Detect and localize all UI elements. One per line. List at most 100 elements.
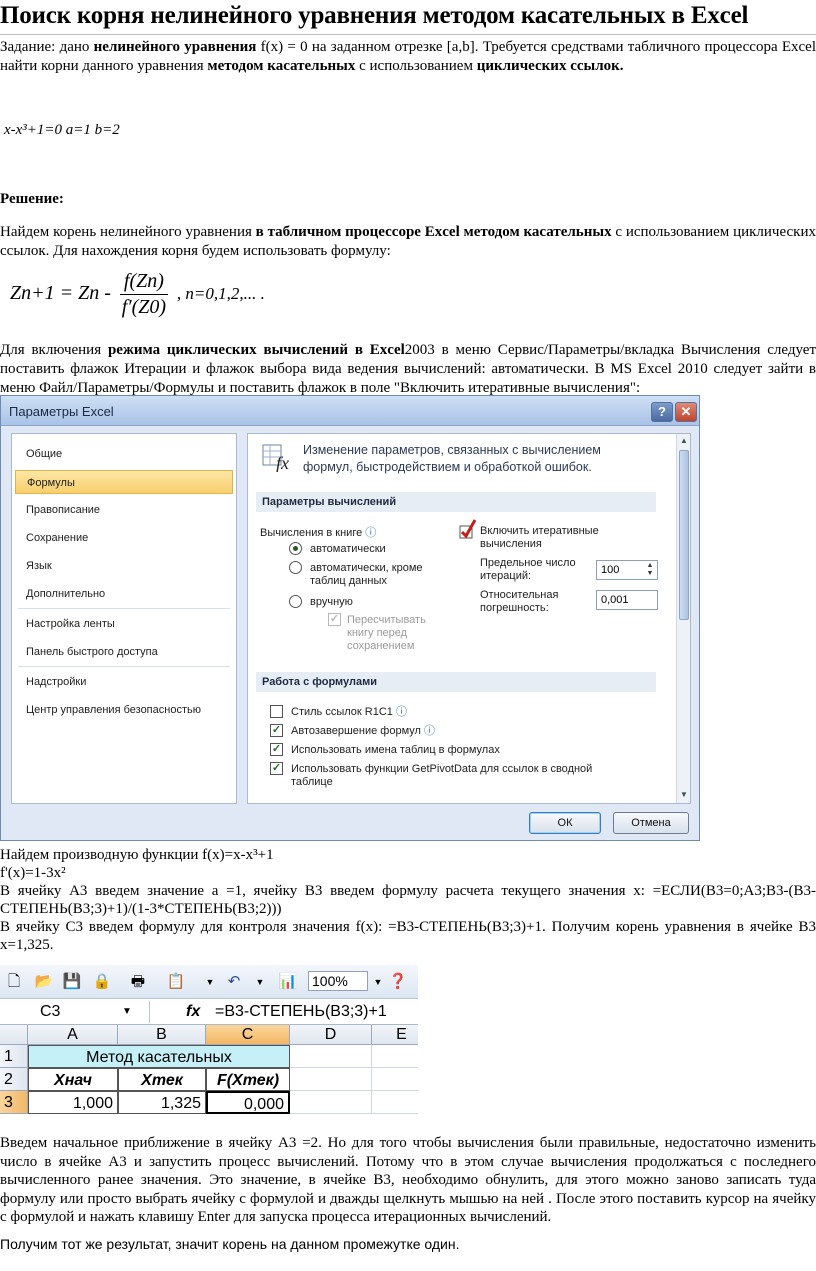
nav-item-general[interactable]: Общие [15,442,233,466]
open-folder-icon[interactable]: 📂 [34,973,54,991]
cell-d1[interactable] [290,1045,372,1068]
cell-b3[interactable]: 1,325 [118,1091,206,1114]
cell-d2[interactable] [290,1068,372,1091]
nav-item-language[interactable]: Язык [15,554,233,578]
nav-item-proofing[interactable]: Правописание [15,498,233,522]
radio-manual[interactable] [289,595,302,608]
cell-e1[interactable] [372,1045,418,1068]
closing-paragraph: Введем начальное приближение в ячейку А3… [0,1135,816,1225]
scroll-up-icon[interactable]: ▲ [677,434,690,448]
cell-c2[interactable]: F(Хтек) [206,1068,290,1091]
cancel-button[interactable]: Отмена [613,812,689,834]
page-title: Поиск корня нелинейного уравнения методо… [0,2,749,29]
formula-fraction: f(Zn) f′(Z0) [119,270,168,319]
chevron-down-icon[interactable]: ▼ [122,1001,132,1023]
autocomplete-checkbox[interactable]: ✓ [270,724,283,737]
getpivotdata-label: Использовать функции GetPivotData для сс… [291,763,593,788]
section-calc-options: Параметры вычислений [256,492,656,512]
max-iterations-value: 100 [601,564,620,576]
column-header-e[interactable]: E [372,1025,418,1045]
cell-b2[interactable]: Хтек [118,1068,206,1091]
enable-iterations-label: Включить итеративные вычисления [480,525,599,550]
print-icon[interactable]: 🖶 [128,973,148,991]
content-header: Изменение параметров, связанных с вычисл… [303,443,601,474]
chevron-down-icon[interactable]: ▼ [368,973,388,991]
table-names-checkbox[interactable]: ✓ [270,743,283,756]
getpivotdata-checkbox[interactable]: ✓ [270,762,283,775]
cyclic-paragraph: Для включения режима циклических вычисле… [0,341,816,398]
cell-d3[interactable] [290,1091,372,1114]
cell-e2[interactable] [372,1068,418,1091]
nav-item-trust-center[interactable]: Центр управления безопасностью [15,698,233,722]
chevron-down-icon[interactable]: ▼ [250,973,270,991]
chart-icon[interactable]: 📊 [278,973,298,991]
nav-item-addins[interactable]: Надстройки [15,670,233,694]
calc-in-book-text: Вычисления в книге [260,527,363,539]
column-header-b[interactable]: B [118,1025,206,1045]
name-box[interactable]: C3 ▼ [0,1001,150,1023]
fx-icon[interactable]: fx [186,1001,200,1023]
close-button[interactable]: ✕ [675,402,697,422]
max-iterations-label: Предельное число итераций: [480,557,576,582]
formula-tail: , n=0,1,2,... . [176,284,265,304]
enable-iterations-checkbox[interactable] [458,518,478,542]
nav-item-advanced[interactable]: Дополнительно [15,582,233,606]
chevron-down-icon[interactable]: ▼ [200,973,220,991]
formula-bar: C3 ▼ fx =B3-СТЕПЕНЬ(B3;3)+1 [0,999,418,1025]
scroll-thumb[interactable] [679,450,689,620]
scroll-down-icon[interactable]: ▼ [677,788,690,802]
new-document-icon[interactable]: 🗋 [4,973,24,991]
derivative-paragraph: Найдем производную функции f(x)=x-x³+1 f… [0,846,816,954]
nav-item-formulas[interactable]: Формулы [15,470,233,494]
task-bold-1: нелинейного уравнения [93,39,257,55]
task-bold-2: методом касательных [207,58,356,74]
save-icon[interactable]: 💾 [62,973,82,991]
calc-in-book-label: Вычисления в книге ⓘ [260,527,376,540]
derivative-line-1: Найдем производную функции f(x)=x-x³+1 [0,847,274,863]
max-iterations-field[interactable]: 100 ▲ ▼ [596,560,658,580]
undo-icon[interactable]: ↶ [224,973,244,991]
radio-automatic-except[interactable] [289,561,302,574]
final-sentence: Получим тот же результат, значит корень … [0,1236,460,1252]
nav-item-save[interactable]: Сохранение [15,526,233,550]
relative-error-field[interactable]: 0,001 [596,590,658,610]
column-header-c[interactable]: C [206,1025,290,1045]
merged-title-cell[interactable]: Метод касательных [28,1045,290,1068]
cell-a3[interactable]: 1,000 [28,1091,118,1114]
autocomplete-label: Автозавершение формул ⓘ [291,725,435,738]
row-header-3[interactable]: 3 [0,1091,28,1114]
info-icon: ⓘ [424,725,436,737]
permission-icon[interactable]: 🔒 [92,973,112,991]
spin-arrows-icon[interactable]: ▲ ▼ [644,562,656,578]
nav-item-ribbon[interactable]: Настройка ленты [15,612,233,636]
recalc-checkbox[interactable]: ✓ [328,613,341,626]
excel-toolbar: 🗋 📂 💾 🔒 🖶 📋 ▼ ↶ ▼ 📊 100% ▼ ❓ [0,965,418,999]
table-names-label: Использовать имена таблиц в формулах [291,744,500,756]
paste-icon[interactable]: 📋 [166,973,186,991]
radio-automatic[interactable] [289,542,302,555]
r1c1-checkbox[interactable] [270,705,283,718]
help-button[interactable]: ? [651,402,673,422]
cell-a2[interactable]: Хнач [28,1068,118,1091]
row-header-2[interactable]: 2 [0,1068,28,1091]
cell-c3[interactable]: 0,000 [206,1091,290,1114]
select-all-corner[interactable] [0,1025,28,1045]
svg-text:fx: fx [276,453,289,472]
cell-e3[interactable] [372,1091,418,1114]
excel-options-dialog: Параметры Excel ? ✕ Общие Формулы Правоп… [0,395,700,841]
column-header-a[interactable]: A [28,1025,118,1045]
formula-input[interactable]: =B3-СТЕПЕНЬ(B3;3)+1 [215,1001,387,1023]
help-icon[interactable]: ❓ [388,973,408,991]
info-icon: ⓘ [395,706,407,718]
nav-item-quick-access[interactable]: Панель быстрого доступа [15,640,233,664]
row-header-1[interactable]: 1 [0,1045,28,1068]
zoom-select[interactable]: 100% [308,971,368,991]
recalc-label: Пересчитывать книгу перед сохранением [347,614,426,652]
equation-line: x-x³+1=0 a=1 b=2 [4,122,120,138]
cyclic-text-1: Для включения [0,342,108,358]
intro-text-1: Найдем корень нелинейного уравнения [0,224,256,240]
relative-error-label: Относительная погрешность: [480,589,559,614]
column-header-d[interactable]: D [290,1025,372,1045]
content-scrollbar[interactable]: ▲ ▼ [676,434,690,803]
ok-button[interactable]: ОК [529,812,601,834]
